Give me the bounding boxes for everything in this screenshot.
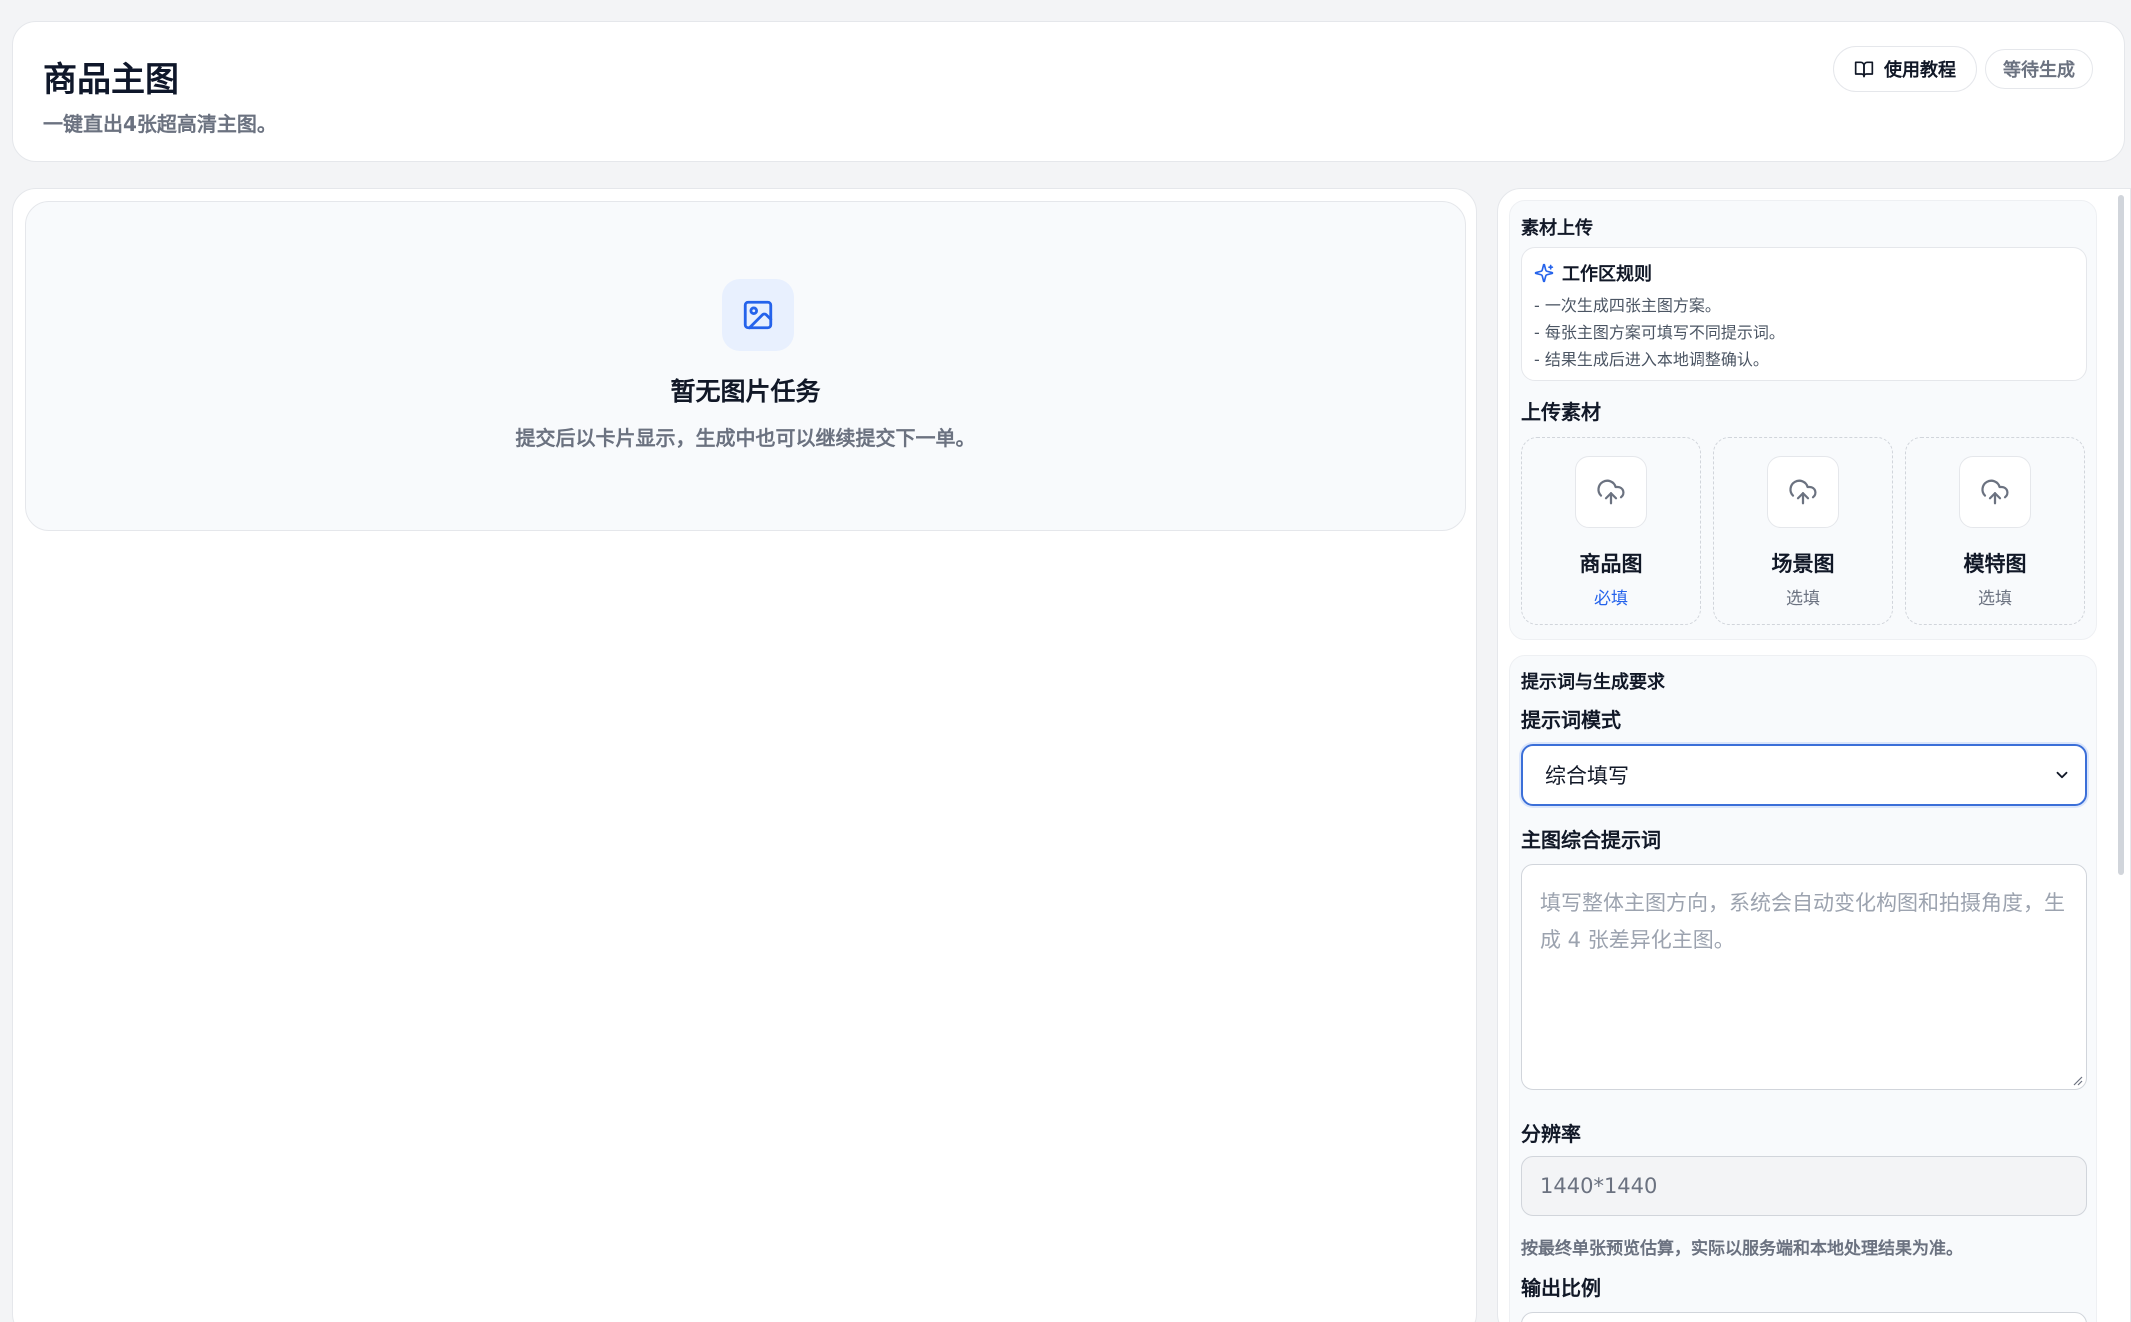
resize-handle-icon[interactable]: [2071, 1074, 2083, 1086]
prompt-mode-label: 提示词模式: [1521, 708, 1621, 732]
task-list-panel: 暂无图片任务 提交后以卡片显示，生成中也可以继续提交下一单。: [12, 188, 1477, 1322]
upload-card-name: 模特图: [1963, 552, 2027, 576]
resolution-input[interactable]: 1440*1440: [1521, 1156, 2087, 1216]
cloud-upload-icon: [1575, 456, 1647, 528]
upload-model-image[interactable]: 模特图 选填: [1905, 437, 2085, 625]
page-title: 商品主图: [43, 60, 179, 100]
resolution-label: 分辨率: [1521, 1122, 1581, 1146]
upload-card-requirement: 必填: [1594, 589, 1628, 609]
upload-product-image[interactable]: 商品图 必填: [1521, 437, 1701, 625]
empty-state-card: 暂无图片任务 提交后以卡片显示，生成中也可以继续提交下一单。: [25, 201, 1466, 531]
tutorial-button[interactable]: 使用教程: [1833, 46, 1977, 92]
image-icon: [722, 279, 794, 351]
empty-state-title: 暂无图片任务: [670, 377, 821, 406]
panel-scrollbar[interactable]: [2118, 195, 2124, 875]
resolution-value: 1440*1440: [1540, 1174, 1658, 1198]
prompt-section-title: 提示词与生成要求: [1521, 672, 1665, 693]
upload-section: 素材上传 工作区规则 - 一次生成四张主图方案。 - 每张主图方案可填写不同提示…: [1509, 200, 2097, 640]
resolution-hint: 按最终单张预览估算，实际以服务端和本地处理结果为准。: [1521, 1239, 1963, 1259]
tutorial-button-label: 使用教程: [1884, 60, 1956, 81]
chevron-down-icon: [2056, 771, 2068, 779]
rule-item: - 每张主图方案可填写不同提示词。: [1534, 323, 1785, 342]
ratio-select[interactable]: [1521, 1312, 2087, 1322]
upload-scene-image[interactable]: 场景图 选填: [1713, 437, 1893, 625]
upload-card-requirement: 选填: [1978, 589, 2012, 609]
workspace-rules: 工作区规则 - 一次生成四张主图方案。 - 每张主图方案可填写不同提示词。 - …: [1521, 247, 2087, 381]
prompt-mode-select[interactable]: 综合填写: [1521, 744, 2087, 806]
upload-card-name: 商品图: [1579, 552, 1643, 576]
page-header: 商品主图 一键直出4张超高清主图。 使用教程 等待生成: [12, 21, 2125, 162]
upload-card-requirement: 选填: [1786, 589, 1820, 609]
cloud-upload-icon: [1767, 456, 1839, 528]
empty-state-description: 提交后以卡片显示，生成中也可以继续提交下一单。: [515, 426, 976, 450]
prompt-label: 主图综合提示词: [1521, 828, 1661, 852]
prompt-placeholder: 填写整体主图方向，系统会自动变化构图和拍摄角度，生成 4 张差异化主图。: [1540, 891, 2065, 952]
upload-card-name: 场景图: [1771, 552, 1835, 576]
rule-item: - 一次生成四张主图方案。: [1534, 296, 1721, 315]
book-icon: [1854, 61, 1874, 78]
cloud-upload-icon: [1959, 456, 2031, 528]
prompt-textarea[interactable]: 填写整体主图方向，系统会自动变化构图和拍摄角度，生成 4 张差异化主图。: [1521, 864, 2087, 1090]
status-badge: 等待生成: [1985, 49, 2093, 89]
settings-panel: 素材上传 工作区规则 - 一次生成四张主图方案。 - 每张主图方案可填写不同提示…: [1497, 188, 2131, 1322]
prompt-mode-value: 综合填写: [1545, 764, 1629, 788]
upload-section-title: 素材上传: [1521, 218, 1593, 239]
page-subtitle: 一键直出4张超高清主图。: [43, 112, 277, 136]
rules-title: 工作区规则: [1562, 264, 1652, 285]
sparkles-icon: [1534, 263, 1554, 283]
prompt-section: 提示词与生成要求 提示词模式 综合填写 主图综合提示词 填写整体主图方向，系统会…: [1509, 655, 2097, 1322]
upload-label: 上传素材: [1521, 400, 1601, 424]
ratio-label: 输出比例: [1521, 1276, 1601, 1300]
rule-item: - 结果生成后进入本地调整确认。: [1534, 350, 1769, 369]
